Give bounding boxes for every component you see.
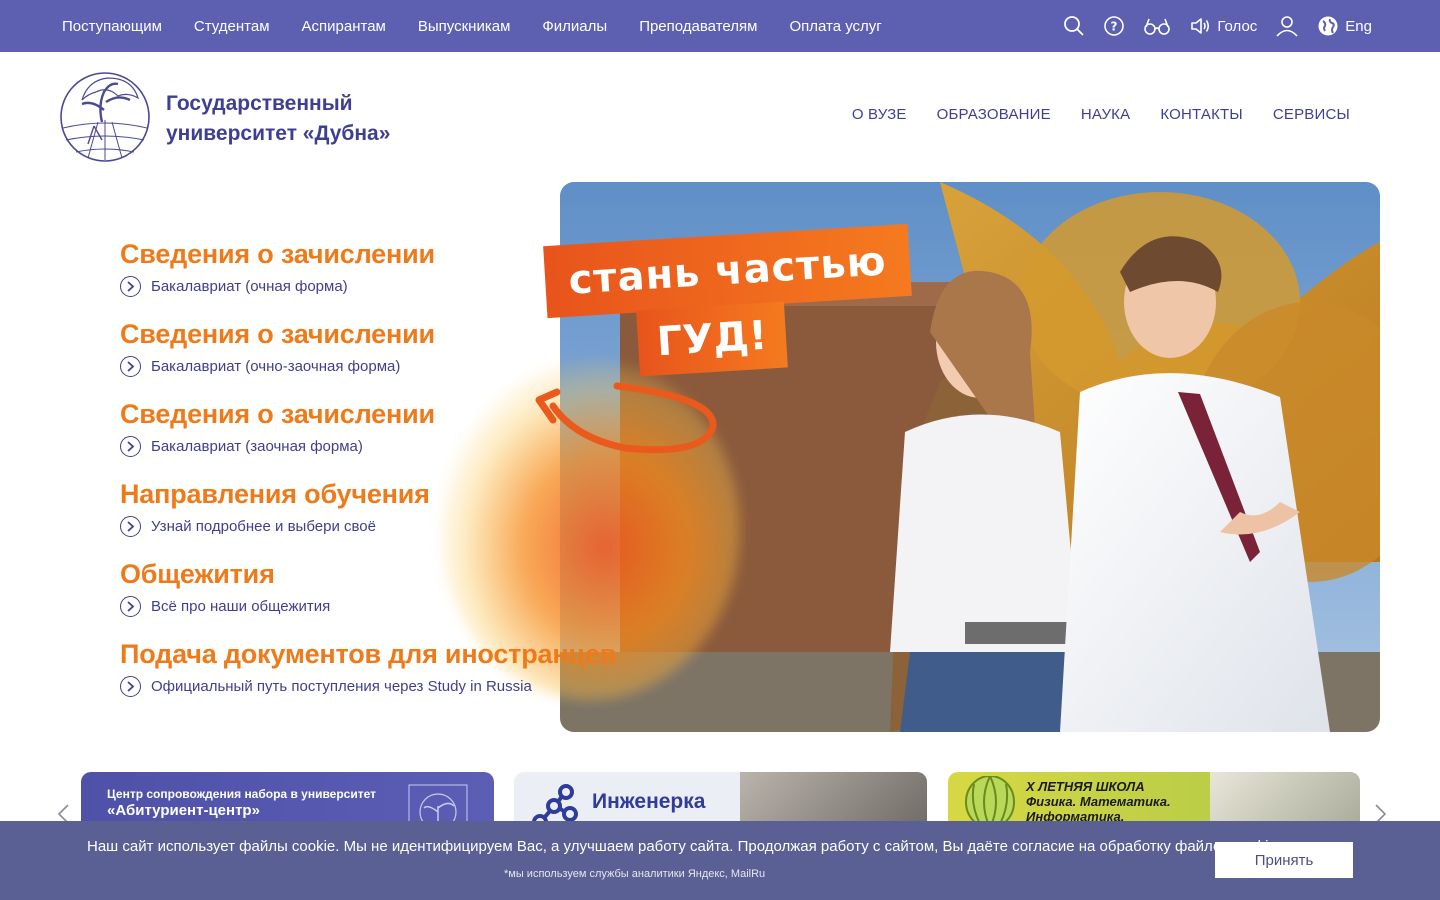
- slogan-sticker-2: ГУД!: [636, 301, 788, 377]
- brand-line-1: Государственный: [166, 92, 353, 115]
- nav-education[interactable]: ОБРАЗОВАНИЕ: [937, 106, 1051, 123]
- search-icon[interactable]: [1063, 15, 1085, 37]
- chevron-right-circle-icon: [120, 436, 141, 457]
- cookie-note: *мы используем службы аналитики Яндекс, …: [504, 868, 766, 880]
- nav-science[interactable]: НАУКА: [1081, 106, 1130, 123]
- promo-item: Подача документов для иностранцев Официа…: [120, 636, 616, 716]
- promo-subtitle: Бакалавриат (очная форма): [151, 278, 348, 295]
- promo-link[interactable]: Узнай подробнее и выбери своё: [120, 516, 600, 537]
- card-caption: Центр сопровождения набора в университет: [107, 787, 376, 801]
- card-title: Х ЛЕТНЯЯ ШКОЛА: [1026, 779, 1145, 794]
- chevron-right-circle-icon: [120, 596, 141, 617]
- promo-link[interactable]: Бакалавриат (очно-заочная форма): [120, 356, 600, 377]
- slogan-line-1: стань частью: [567, 238, 888, 304]
- voice-label: Голос: [1217, 17, 1258, 35]
- promo-title[interactable]: Общежития: [120, 556, 600, 592]
- promo-subtitle: Узнай подробнее и выбери своё: [151, 518, 376, 535]
- university-logo[interactable]: [58, 70, 152, 164]
- svg-text:?: ?: [1111, 20, 1118, 34]
- promo-link[interactable]: Всё про наши общежития: [120, 596, 600, 617]
- promo-item: Направления обучения Узнай подробнее и в…: [120, 476, 600, 556]
- chevron-right-circle-icon: [120, 356, 141, 377]
- promo-subtitle: Бакалавриат (очно-заочная форма): [151, 358, 401, 375]
- promo-link[interactable]: Бакалавриат (заочная форма): [120, 436, 600, 457]
- nav-payment[interactable]: Оплата услуг: [789, 18, 881, 35]
- promo-link[interactable]: Официальный путь поступления через Study…: [120, 676, 600, 697]
- card-subtitle: Физика. Математика.: [1026, 794, 1171, 809]
- nav-postgraduates[interactable]: Аспирантам: [302, 18, 386, 35]
- nav-graduates[interactable]: Выпускникам: [418, 18, 511, 35]
- user-icon[interactable]: [1275, 15, 1299, 37]
- nav-about[interactable]: О ВУЗЕ: [852, 106, 907, 123]
- language-label: Eng: [1345, 17, 1372, 35]
- language-switch[interactable]: Eng: [1317, 15, 1372, 37]
- promo-title[interactable]: Подача документов для иностранцев: [120, 636, 616, 672]
- promo-subtitle: Официальный путь поступления через Study…: [151, 678, 532, 695]
- speaker-icon: [1191, 18, 1210, 34]
- globe-icon: [1318, 16, 1338, 36]
- promo-item: Общежития Всё про наши общежития: [120, 556, 600, 636]
- nav-students[interactable]: Студентам: [194, 18, 270, 35]
- admission-links: Сведения о зачислении Бакалавриат (очная…: [120, 236, 616, 716]
- chevron-right-circle-icon: [120, 676, 141, 697]
- voice-toggle[interactable]: Голос: [1189, 15, 1257, 37]
- top-bar: Поступающим Студентам Аспирантам Выпускн…: [0, 0, 1440, 52]
- nav-branches[interactable]: Филиалы: [542, 18, 607, 35]
- top-tools: ? Голос Eng: [1063, 0, 1372, 52]
- promo-item: Сведения о зачислении Бакалавриат (очно-…: [120, 316, 600, 396]
- brand-line-2: университет «Дубна»: [166, 122, 391, 145]
- promo-title[interactable]: Сведения о зачислении: [120, 396, 600, 432]
- university-name[interactable]: Государственный университет «Дубна»: [166, 89, 390, 149]
- audience-nav: Поступающим Студентам Аспирантам Выпускн…: [62, 0, 882, 52]
- cookie-message: Наш сайт использует файлы cookie. Мы не …: [87, 838, 1281, 855]
- promo-title[interactable]: Направления обучения: [120, 476, 600, 512]
- promo-subtitle: Всё про наши общежития: [151, 598, 331, 615]
- chevron-right-circle-icon: [120, 276, 141, 297]
- card-title: «Абитуриент-центр»: [107, 802, 260, 819]
- help-icon[interactable]: ?: [1103, 15, 1125, 37]
- nav-teachers[interactable]: Преподавателям: [639, 18, 757, 35]
- nav-contacts[interactable]: КОНТАКТЫ: [1160, 106, 1243, 123]
- promo-item: Сведения о зачислении Бакалавриат (заочн…: [120, 396, 600, 476]
- accessibility-glasses-icon[interactable]: [1143, 15, 1171, 37]
- chevron-right-circle-icon: [120, 516, 141, 537]
- promo-item: Сведения о зачислении Бакалавриат (очная…: [120, 236, 600, 316]
- accept-cookies-button[interactable]: Принять: [1215, 842, 1353, 878]
- promo-link[interactable]: Бакалавриат (очная форма): [120, 276, 600, 297]
- promo-subtitle: Бакалавриат (заочная форма): [151, 438, 363, 455]
- main-nav: О ВУЗЕ ОБРАЗОВАНИЕ НАУКА КОНТАКТЫ СЕРВИС…: [852, 106, 1350, 123]
- slogan-line-2: ГУД!: [655, 312, 769, 366]
- promo-title[interactable]: Сведения о зачислении: [120, 236, 600, 272]
- nav-applicants[interactable]: Поступающим: [62, 18, 162, 35]
- cookie-banner: Наш сайт использует файлы cookie. Мы не …: [0, 821, 1440, 900]
- nav-services[interactable]: СЕРВИСЫ: [1273, 106, 1350, 123]
- promo-title[interactable]: Сведения о зачислении: [120, 316, 600, 352]
- card-title: Инженерка: [592, 790, 706, 813]
